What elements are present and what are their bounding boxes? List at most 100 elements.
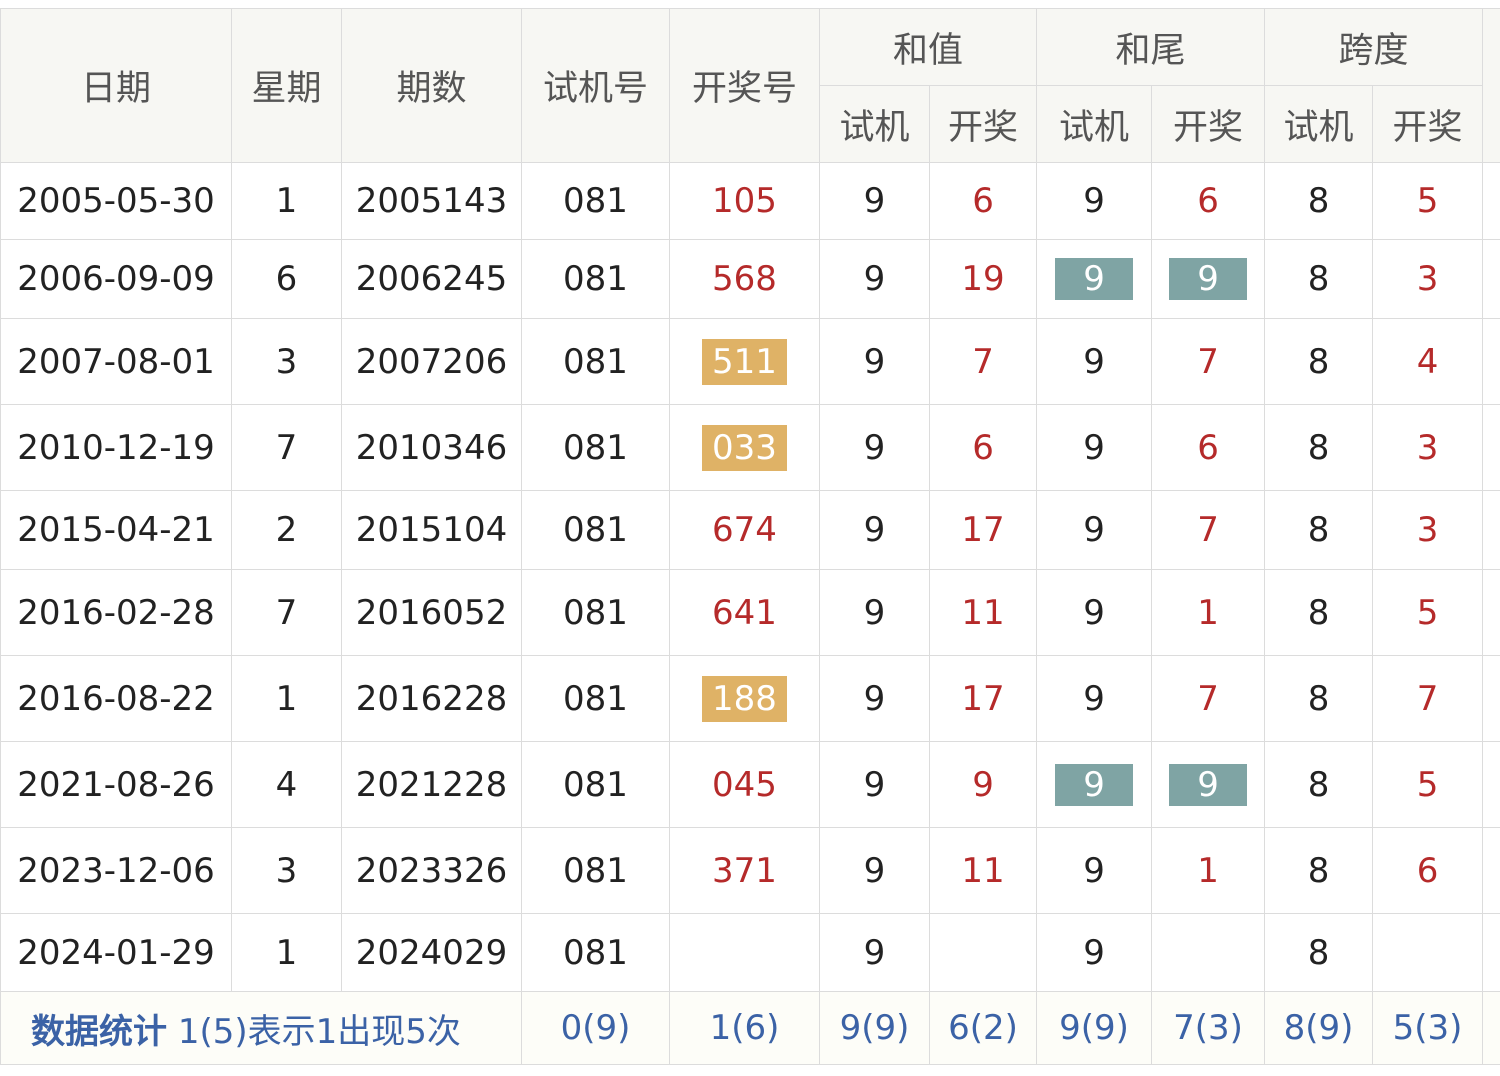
stats-tail-test: 9(9) bbox=[1037, 992, 1152, 1065]
cell-tail-draw: 7 bbox=[1152, 319, 1265, 405]
cell-tail-draw: 6 bbox=[1152, 405, 1265, 491]
cell-edge bbox=[1483, 405, 1500, 491]
cell-edge bbox=[1483, 163, 1500, 240]
stats-tail-draw: 7(3) bbox=[1152, 992, 1265, 1065]
cell-issue: 2021228 bbox=[342, 742, 522, 828]
table-row: 2023-12-06 3 2023326 081 371 9 11 9 1 8 … bbox=[1, 828, 1500, 914]
cell-issue: 2016052 bbox=[342, 570, 522, 656]
cell-tail-draw: 7 bbox=[1152, 491, 1265, 570]
header-span-test: 试机 bbox=[1265, 86, 1373, 163]
tail-highlight-badge: 9 bbox=[1055, 258, 1133, 300]
cell-tail-draw bbox=[1152, 914, 1265, 992]
stats-span-draw: 5(3) bbox=[1373, 992, 1483, 1065]
cell-edge bbox=[1483, 992, 1500, 1065]
cell-edge bbox=[1483, 570, 1500, 656]
cell-sum-draw: 19 bbox=[930, 240, 1037, 319]
cell-test-number: 081 bbox=[522, 914, 670, 992]
draw-highlight-badge: 033 bbox=[702, 425, 787, 471]
tail-highlight-badge: 9 bbox=[1169, 258, 1247, 300]
header-sum-draw: 开奖 bbox=[930, 86, 1037, 163]
cell-span-draw: 3 bbox=[1373, 405, 1483, 491]
cell-issue: 2005143 bbox=[342, 163, 522, 240]
stats-label-cell: 数据统计 1(5)表示1出现5次 bbox=[1, 992, 522, 1065]
cell-span-test: 8 bbox=[1265, 742, 1373, 828]
cell-sum-draw: 17 bbox=[930, 491, 1037, 570]
cell-edge bbox=[1483, 319, 1500, 405]
table-row: 2015-04-21 2 2015104 081 674 9 17 9 7 8 … bbox=[1, 491, 1500, 570]
cell-issue: 2023326 bbox=[342, 828, 522, 914]
cell-span-test: 8 bbox=[1265, 656, 1373, 742]
cell-span-draw: 3 bbox=[1373, 491, 1483, 570]
cell-sum-test: 9 bbox=[820, 163, 930, 240]
cell-date: 2010-12-19 bbox=[1, 405, 232, 491]
table-row: 2021-08-26 4 2021228 081 045 9 9 9 9 8 5 bbox=[1, 742, 1500, 828]
cell-sum-test: 9 bbox=[820, 828, 930, 914]
cell-tail-draw: 6 bbox=[1152, 163, 1265, 240]
cell-issue: 2015104 bbox=[342, 491, 522, 570]
cell-sum-draw: 9 bbox=[930, 742, 1037, 828]
cell-tail-test: 9 bbox=[1037, 319, 1152, 405]
cell-sum-draw: 11 bbox=[930, 828, 1037, 914]
cell-test-number: 081 bbox=[522, 163, 670, 240]
cell-date: 2015-04-21 bbox=[1, 491, 232, 570]
cell-date: 2007-08-01 bbox=[1, 319, 232, 405]
cell-tail-draw: 1 bbox=[1152, 570, 1265, 656]
draw-highlight-badge: 511 bbox=[702, 339, 787, 385]
cell-span-test: 8 bbox=[1265, 491, 1373, 570]
cell-sum-test: 9 bbox=[820, 656, 930, 742]
table-row: 2016-08-22 1 2016228 081 188 9 17 9 7 8 … bbox=[1, 656, 1500, 742]
cell-span-draw: 3 bbox=[1373, 240, 1483, 319]
cell-test-number: 081 bbox=[522, 742, 670, 828]
cell-span-test: 8 bbox=[1265, 319, 1373, 405]
header-tail-test: 试机 bbox=[1037, 86, 1152, 163]
cell-tail-test: 9 bbox=[1037, 656, 1152, 742]
cell-issue: 2010346 bbox=[342, 405, 522, 491]
stats-description: 1(5)表示1出现5次 bbox=[178, 1012, 461, 1052]
table-row: 2007-08-01 3 2007206 081 511 9 7 9 7 8 4 bbox=[1, 319, 1500, 405]
table-row: 2010-12-19 7 2010346 081 033 9 6 9 6 8 3 bbox=[1, 405, 1500, 491]
cell-span-draw: 7 bbox=[1373, 656, 1483, 742]
cell-span-test: 8 bbox=[1265, 828, 1373, 914]
cell-issue: 2007206 bbox=[342, 319, 522, 405]
header-sum: 和值 bbox=[820, 9, 1037, 86]
cell-span-draw: 5 bbox=[1373, 742, 1483, 828]
header-sum-test: 试机 bbox=[820, 86, 930, 163]
cell-edge bbox=[1483, 656, 1500, 742]
cell-test-number: 081 bbox=[522, 405, 670, 491]
table-row: 2016-02-28 7 2016052 081 641 9 11 9 1 8 … bbox=[1, 570, 1500, 656]
header-tail-draw: 开奖 bbox=[1152, 86, 1265, 163]
header-span-draw: 开奖 bbox=[1373, 86, 1483, 163]
cell-draw-number: 033 bbox=[670, 405, 820, 491]
cell-span-test: 8 bbox=[1265, 240, 1373, 319]
cell-draw-number bbox=[670, 914, 820, 992]
stats-row: 数据统计 1(5)表示1出现5次 0(9) 1(6) 9(9) 6(2) 9(9… bbox=[1, 992, 1500, 1065]
cell-draw-number: 674 bbox=[670, 491, 820, 570]
cell-sum-test: 9 bbox=[820, 319, 930, 405]
table-row: 2005-05-30 1 2005143 081 105 9 6 9 6 8 5 bbox=[1, 163, 1500, 240]
stats-test-number: 0(9) bbox=[522, 992, 670, 1065]
stats-title: 数据统计 bbox=[31, 1012, 167, 1052]
cell-sum-draw: 11 bbox=[930, 570, 1037, 656]
cell-span-draw: 6 bbox=[1373, 828, 1483, 914]
cell-sum-test: 9 bbox=[820, 405, 930, 491]
cell-tail-test: 9 bbox=[1037, 828, 1152, 914]
cell-draw-number: 511 bbox=[670, 319, 820, 405]
cell-weekday: 1 bbox=[232, 656, 342, 742]
cell-weekday: 1 bbox=[232, 914, 342, 992]
header-sum-tail: 和尾 bbox=[1037, 9, 1265, 86]
cell-issue: 2006245 bbox=[342, 240, 522, 319]
cell-draw-number: 105 bbox=[670, 163, 820, 240]
cell-draw-number: 045 bbox=[670, 742, 820, 828]
cell-date: 2023-12-06 bbox=[1, 828, 232, 914]
cell-weekday: 2 bbox=[232, 491, 342, 570]
cell-test-number: 081 bbox=[522, 240, 670, 319]
cell-draw-number: 568 bbox=[670, 240, 820, 319]
cell-test-number: 081 bbox=[522, 570, 670, 656]
cell-issue: 2024029 bbox=[342, 914, 522, 992]
cell-date: 2006-09-09 bbox=[1, 240, 232, 319]
stats-span-test: 8(9) bbox=[1265, 992, 1373, 1065]
cell-sum-draw: 6 bbox=[930, 163, 1037, 240]
cell-test-number: 081 bbox=[522, 319, 670, 405]
cell-edge bbox=[1483, 914, 1500, 992]
tail-highlight-badge: 9 bbox=[1055, 764, 1133, 806]
